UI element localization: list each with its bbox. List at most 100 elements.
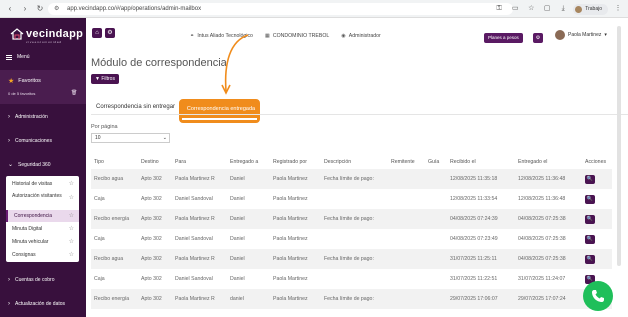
star-outline-icon[interactable]: ☆ [69,249,74,261]
submenu-item-label: Consignas [12,252,36,258]
download-icon[interactable]: ⤓ [557,3,569,15]
table-cell: Daniel [227,169,270,189]
table-cell [321,229,388,249]
table-cell: Daniel [230,276,245,282]
table-cell: Apto 302 [138,169,172,189]
sidebar-item-cuentas[interactable]: › Cuentas de cobro [8,277,54,283]
key-icon[interactable]: ⚿ [493,3,505,15]
avatar [555,30,565,40]
extensions-icon[interactable]: ▢ [541,3,553,15]
column-header: Tipo [94,159,104,165]
top-bar: ⌂ ⚙ ⚭ Intus Aliado Tecnológico ▦ CONDOMI… [86,18,628,56]
brand-tagline: v i v e e n c o m u n i d a d [26,40,62,44]
table-cell: Paola Martinez R [172,249,227,269]
trash-icon[interactable]: 🗑 [71,90,77,96]
top-link-rol[interactable]: ◉ Administrador [341,33,381,39]
home-icon[interactable]: ⌂ [92,28,102,38]
star-outline-icon[interactable]: ☆ [69,195,74,201]
table-cell [425,169,447,189]
profile-name: Trabajo [585,6,602,12]
tab-sin-entregar[interactable]: Correspondencia sin entregar [96,104,175,110]
submenu-item-historial[interactable]: Historial de visitas ☆ [6,178,79,190]
table-cell: 29/07/2025 17:07:24 [515,289,582,309]
tabs-divider [91,114,628,115]
site-info-icon[interactable]: ⚙ [54,5,62,13]
reload-icon[interactable]: ↻ [35,4,45,14]
top-link-label: CONDOMINIO TREBOL [272,33,330,39]
plans-button[interactable]: Planes a pesos [484,33,523,43]
menu-label: Menú [17,54,30,60]
settings-icon[interactable]: ⚙ [105,28,115,38]
table-row: Caja Apto 302 Daniel Sandoval Daniel Paola M… [91,189,612,209]
view-icon[interactable]: 🔍 [585,234,595,244]
forward-icon[interactable]: › [20,4,30,14]
sliders-icon[interactable]: ⚙ [533,33,543,43]
phone-icon [592,290,604,302]
table-cell: 04/08/2025 07:24:39 [447,209,515,229]
column-header: Remitente [391,159,415,165]
column-header: Registrado por [273,159,308,165]
submenu-item-minuta-digital[interactable]: Minuta Digital ☆ [6,223,79,235]
table-cell [425,269,447,289]
cast-icon[interactable]: ▭ [509,3,521,15]
whatsapp-button[interactable] [583,281,613,311]
table-row: Recibo energía Apto 302 Paola Martinez Rda… [91,289,612,309]
address-bar[interactable]: ⚙ app.vecindapp.co/#/app/operations/admi… [48,3,513,15]
table-cell [388,229,425,249]
table-cell: Apto 302 [138,249,172,269]
submenu-item-minuta-vehicular[interactable]: Minuta vehicular ☆ [6,236,79,248]
table-cell: Paola Martinez R [172,209,227,229]
column-header: Para [175,159,186,165]
handshake-icon: ⚭ [190,33,195,39]
table-cell [388,269,425,289]
bookmark-star-icon[interactable]: ☆ [525,3,537,15]
submenu-item-consignas[interactable]: Consignas ☆ [6,249,79,261]
table-cell: 04/08/2025 07:25:38 [515,249,582,269]
table-cell: 04/08/2025 07:25:38 [518,236,566,242]
filters-button[interactable]: ▼ Filtros [91,74,119,84]
chevron-right-icon: › [8,277,10,283]
view-icon[interactable]: 🔍 [585,174,595,184]
logo[interactable]: vecindapp v i v e e n c o m u n i d a d [10,26,84,44]
sidebar-item-comunicaciones[interactable]: › Comunicaciones [8,138,52,144]
table-cell: Recibo energía [91,209,138,229]
table-cell: Caja [94,236,105,242]
menu-toggle[interactable]: Menú [6,54,30,60]
table-cell [321,189,388,209]
tab-entregada[interactable]: Correspondencia entregada [179,99,260,123]
table-cell: 31/07/2025 11:22:51 [450,276,498,282]
per-page-select[interactable]: 10 ⌄ [91,133,170,143]
star-outline-icon[interactable]: ☆ [69,236,74,248]
view-icon[interactable]: 🔍 [585,254,595,264]
user-menu[interactable]: Paola Martinez ▾ [555,30,607,40]
back-icon[interactable]: ‹ [5,4,15,14]
table-cell: 12/08/2025 11:33:54 [450,196,498,202]
submenu-item-autorizacion[interactable]: Autorización visitantes ☆ [6,190,79,208]
view-icon[interactable]: 🔍 [585,194,595,204]
favorites-header[interactable]: ★ Favoritos [8,77,41,85]
security-submenu: Historial de visitas ☆ Autorización visi… [6,176,79,262]
user-name: Paola Martinez [568,32,602,38]
brand-name: vecindapp [26,28,84,40]
filter-icon: ▼ [95,76,100,82]
sidebar-item-administracion[interactable]: › Administración [8,114,48,120]
top-link-condominio[interactable]: ▦ CONDOMINIO TREBOL [265,33,329,39]
sidebar-item-label: Cuentas de cobro [15,277,55,283]
table-cell: Daniel Sandoval [175,236,213,242]
view-icon[interactable]: 🔍 [585,214,595,224]
star-outline-icon[interactable]: ☆ [69,210,74,222]
table-cell: Paola Martinez [273,236,308,242]
star-outline-icon[interactable]: ☆ [69,178,74,190]
scrollbar[interactable] [617,26,621,266]
sidebar-item-seguridad[interactable]: ⌄ Seguridad 360 [8,161,51,169]
browser-toolbar: ‹ › ↻ ⚙ app.vecindapp.co/#/app/operation… [0,0,628,18]
submenu-item-correspondencia[interactable]: Correspondencia ☆ [6,210,79,222]
column-header: Guía [428,159,440,165]
sidebar-item-actualizacion[interactable]: › Actualización de datos [8,301,65,307]
browser-menu-icon[interactable]: ⋮ [612,3,624,15]
profile-chip[interactable]: Trabajo [573,3,608,15]
table-cell: 12/08/2025 11:36:48 [515,169,582,189]
star-outline-icon[interactable]: ☆ [69,223,74,235]
actions-cell: 🔍 [582,249,612,269]
filters-label: Filtros [101,76,115,82]
